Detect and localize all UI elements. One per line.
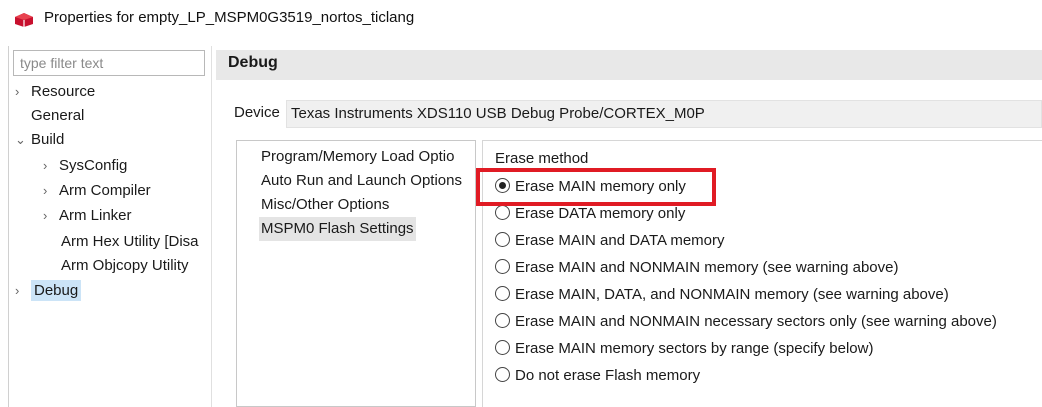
tree-item-arm-linker[interactable]: › Arm Linker (43, 204, 132, 228)
expand-arrow-icon[interactable]: › (15, 279, 31, 303)
tree-item-resource[interactable]: › Resource (15, 80, 95, 104)
page-title: Debug (228, 54, 278, 71)
tree-item-sysconfig[interactable]: › SysConfig (43, 154, 127, 178)
collapse-arrow-icon[interactable]: ⌄ (15, 128, 31, 152)
tree-item-arm-compiler[interactable]: › Arm Compiler (43, 179, 151, 203)
filter-input[interactable] (13, 50, 205, 76)
option-mspm0-flash-settings[interactable]: MSPM0 Flash Settings (259, 217, 416, 241)
page-header: Debug (216, 50, 1042, 80)
tree-item-debug[interactable]: › Debug (15, 279, 82, 303)
device-label: Device (234, 104, 280, 121)
tree-item-arm-hex-utility[interactable]: Arm Hex Utility [Disa (61, 230, 199, 254)
radio-erase-sectors-by-range[interactable]: Erase MAIN memory sectors by range (spec… (495, 336, 873, 362)
expand-arrow-icon[interactable]: › (43, 204, 59, 228)
radio-unchecked-icon[interactable] (495, 259, 510, 274)
expand-arrow-icon[interactable]: › (43, 154, 59, 178)
option-auto-run-launch[interactable]: Auto Run and Launch Options (261, 169, 462, 193)
tree-item-general[interactable]: General (31, 104, 84, 128)
expand-arrow-icon[interactable]: › (15, 80, 31, 104)
erase-method-label: Erase method (495, 150, 589, 167)
radio-erase-main-and-nonmain[interactable]: Erase MAIN and NONMAIN memory (see warni… (495, 255, 898, 281)
radio-erase-main-data-nonmain[interactable]: Erase MAIN, DATA, and NONMAIN memory (se… (495, 282, 949, 308)
radio-erase-necessary-sectors[interactable]: Erase MAIN and NONMAIN necessary sectors… (495, 309, 997, 335)
tree-item-build[interactable]: ⌄ Build (15, 128, 64, 152)
title-bar: Properties for empty_LP_MSPM0G3519_norto… (0, 0, 1042, 40)
pane-divider[interactable] (211, 46, 212, 407)
radio-erase-main-and-data[interactable]: Erase MAIN and DATA memory (495, 228, 725, 254)
radio-unchecked-icon[interactable] (495, 286, 510, 301)
radio-unchecked-icon[interactable] (495, 232, 510, 247)
highlight-annotation-box (476, 168, 716, 206)
device-row: Device Texas Instruments XDS110 USB Debu… (234, 100, 1042, 128)
debug-options-list[interactable]: Program/Memory Load Optio Auto Run and L… (236, 140, 476, 407)
project-properties-icon (15, 13, 33, 27)
option-misc-other[interactable]: Misc/Other Options (261, 193, 389, 217)
radio-unchecked-icon[interactable] (495, 340, 510, 355)
expand-arrow-icon[interactable]: › (43, 179, 59, 203)
radio-unchecked-icon[interactable] (495, 367, 510, 382)
option-program-memory-load[interactable]: Program/Memory Load Optio (261, 145, 454, 169)
window-title: Properties for empty_LP_MSPM0G3519_norto… (44, 9, 415, 26)
radio-do-not-erase[interactable]: Do not erase Flash memory (495, 363, 700, 389)
radio-unchecked-icon[interactable] (495, 313, 510, 328)
properties-tree-pane: ›Resource General ⌄Build ›SysConfig ›Arm… (8, 46, 205, 407)
tree-item-arm-objcopy-utility[interactable]: Arm Objcopy Utility (61, 254, 189, 278)
radio-unchecked-icon[interactable] (495, 205, 510, 220)
device-field: Texas Instruments XDS110 USB Debug Probe… (286, 100, 1042, 128)
